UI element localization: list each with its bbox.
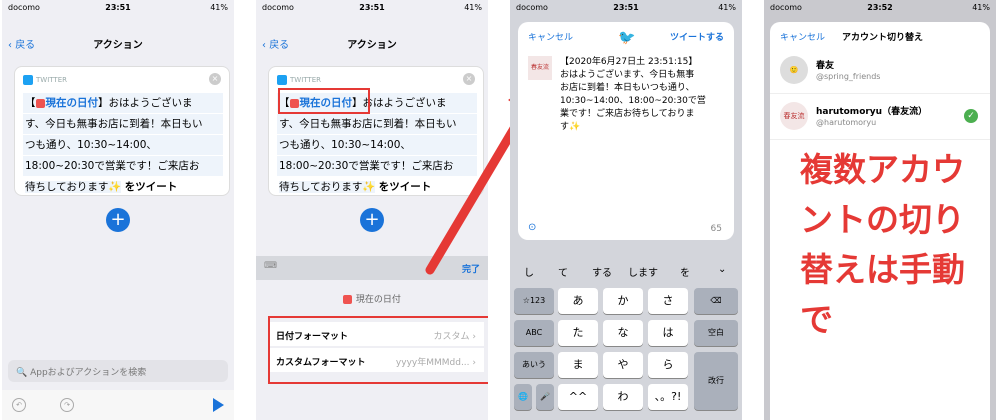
twitter-icon (277, 75, 287, 85)
battery: 41% (210, 3, 228, 12)
key[interactable]: ^^ (558, 384, 598, 410)
calendar-icon (35, 98, 45, 108)
redo-icon[interactable]: ↷ (60, 398, 74, 412)
tweet-sheet: キャンセル 🐦 ツイートする 春友流 【2020年6月27日土 23:51:15… (518, 22, 734, 240)
key[interactable]: ☆123 (514, 288, 554, 314)
status-bar: docomo 23:51 41% (256, 0, 488, 16)
account-row[interactable]: 春友流 harutomoryu（春友流） @harutomoryu ✓ (770, 94, 990, 140)
account-name: 春友 (816, 61, 835, 71)
japanese-keyboard: し て する します を ⌄ ☆123 あ か さ ⌫ ABC た な は 空白… (510, 258, 742, 420)
key[interactable]: た (558, 320, 598, 346)
checkmark-icon: ✓ (964, 109, 978, 123)
key[interactable]: ま (558, 352, 598, 378)
calendar-icon (343, 295, 353, 304)
location-icon[interactable]: ⊙ (528, 222, 536, 233)
play-icon[interactable] (213, 398, 224, 412)
key[interactable]: 、。?! (648, 384, 688, 410)
candidate[interactable]: する (592, 264, 612, 279)
key[interactable]: な (603, 320, 643, 346)
cancel-button[interactable]: キャンセル (528, 30, 573, 43)
battery: 41% (464, 3, 482, 12)
battery: 41% (972, 3, 990, 12)
account-row[interactable]: 🙂 春友 @spring_friends (770, 48, 990, 94)
clock: 23:51 (613, 3, 639, 12)
action-source: TWITTER (23, 75, 67, 85)
status-bar: docomo 23:51 41% (510, 0, 742, 16)
return-key[interactable]: 改行 (694, 352, 738, 410)
nav-bar: ‹ 戻る アクション (256, 24, 488, 58)
page-title: アクション (93, 40, 143, 51)
token-title: 現在の日付 (256, 292, 488, 305)
nav-bar: ‹ 戻る アクション (2, 24, 234, 58)
globe-icon[interactable]: 🌐 (514, 384, 532, 410)
status-bar: docomo 23:52 41% (764, 0, 996, 16)
annotation-text: 複数アカウ ントの切り 替えは手動で (800, 150, 965, 339)
close-icon[interactable]: × (209, 73, 221, 85)
date-token[interactable]: 現在の日付 (35, 97, 98, 109)
key[interactable]: か (603, 288, 643, 314)
twitter-icon (23, 75, 33, 85)
char-count: 65 (710, 224, 722, 234)
phone-1-shortcuts-action: docomo 23:51 41% ‹ 戻る アクション TWITTER × 【現… (2, 0, 234, 420)
space-key[interactable]: 空白 (694, 320, 738, 346)
battery: 41% (718, 3, 736, 12)
key[interactable]: は (648, 320, 688, 346)
undo-icon[interactable]: ↶ (12, 398, 26, 412)
delete-key[interactable]: ⌫ (694, 288, 738, 314)
bottom-toolbar: ↶ ↷ (2, 390, 234, 420)
avatar: 春友流 (528, 56, 552, 80)
clock: 23:51 (359, 3, 385, 12)
candidate[interactable]: し (524, 264, 534, 279)
account-handle: @harutomoryu (816, 118, 877, 127)
cancel-button[interactable]: キャンセル (780, 30, 825, 43)
sheet-title: アカウント切り替え (842, 33, 924, 43)
highlight-box (278, 88, 370, 114)
avatar: 春友流 (780, 102, 808, 130)
microphone-icon[interactable]: 🎤 (536, 384, 554, 410)
key[interactable]: ABC (514, 320, 554, 346)
clock: 23:52 (867, 3, 893, 12)
key[interactable]: わ (603, 384, 643, 410)
tweet-action-card[interactable]: TWITTER × 【現在の日付】おはようございま す、今日も無事お店に到着！本… (14, 66, 230, 196)
add-action-button[interactable]: + (360, 208, 384, 232)
status-bar: docomo 23:51 41% (2, 0, 234, 16)
avatar: 🙂 (780, 56, 808, 84)
tweet-template-text[interactable]: 【現在の日付】おはようございま す、今日も無事お店に到着！本日もい つも通り、1… (23, 93, 223, 198)
page-title: アクション (347, 40, 397, 51)
chevron-down-icon[interactable]: ⌄ (718, 264, 726, 275)
keyboard-icon[interactable]: ⌨ (264, 261, 277, 271)
tweet-text[interactable]: 【2020年6月27日土 23:51:15】 おはようございます、今日も無事 お店に… (560, 56, 730, 134)
candidate[interactable]: を (680, 264, 690, 279)
add-action-button[interactable]: + (106, 208, 130, 232)
tweet-button[interactable]: ツイートする (670, 30, 724, 43)
action-source: TWITTER (277, 75, 321, 85)
account-handle: @spring_friends (816, 72, 881, 81)
candidate[interactable]: します (628, 264, 658, 279)
highlight-box (268, 316, 488, 384)
key[interactable]: あいう (514, 352, 554, 378)
clock: 23:51 (105, 3, 131, 12)
candidate[interactable]: て (558, 264, 568, 279)
phone-3-tweet-compose: docomo 23:51 41% キャンセル 🐦 ツイートする 春友流 【202… (510, 0, 742, 420)
twitter-bird-icon: 🐦 (618, 30, 636, 46)
key[interactable]: ら (648, 352, 688, 378)
phone-4-account-switch: docomo 23:52 41% キャンセル アカウント切り替え 🙂 春友 @s… (764, 0, 996, 420)
key[interactable]: あ (558, 288, 598, 314)
key[interactable]: さ (648, 288, 688, 314)
search-input[interactable]: 🔍 Appおよびアクションを検索 (8, 360, 228, 382)
account-name: harutomoryu（春友流） (816, 107, 928, 117)
key[interactable]: や (603, 352, 643, 378)
